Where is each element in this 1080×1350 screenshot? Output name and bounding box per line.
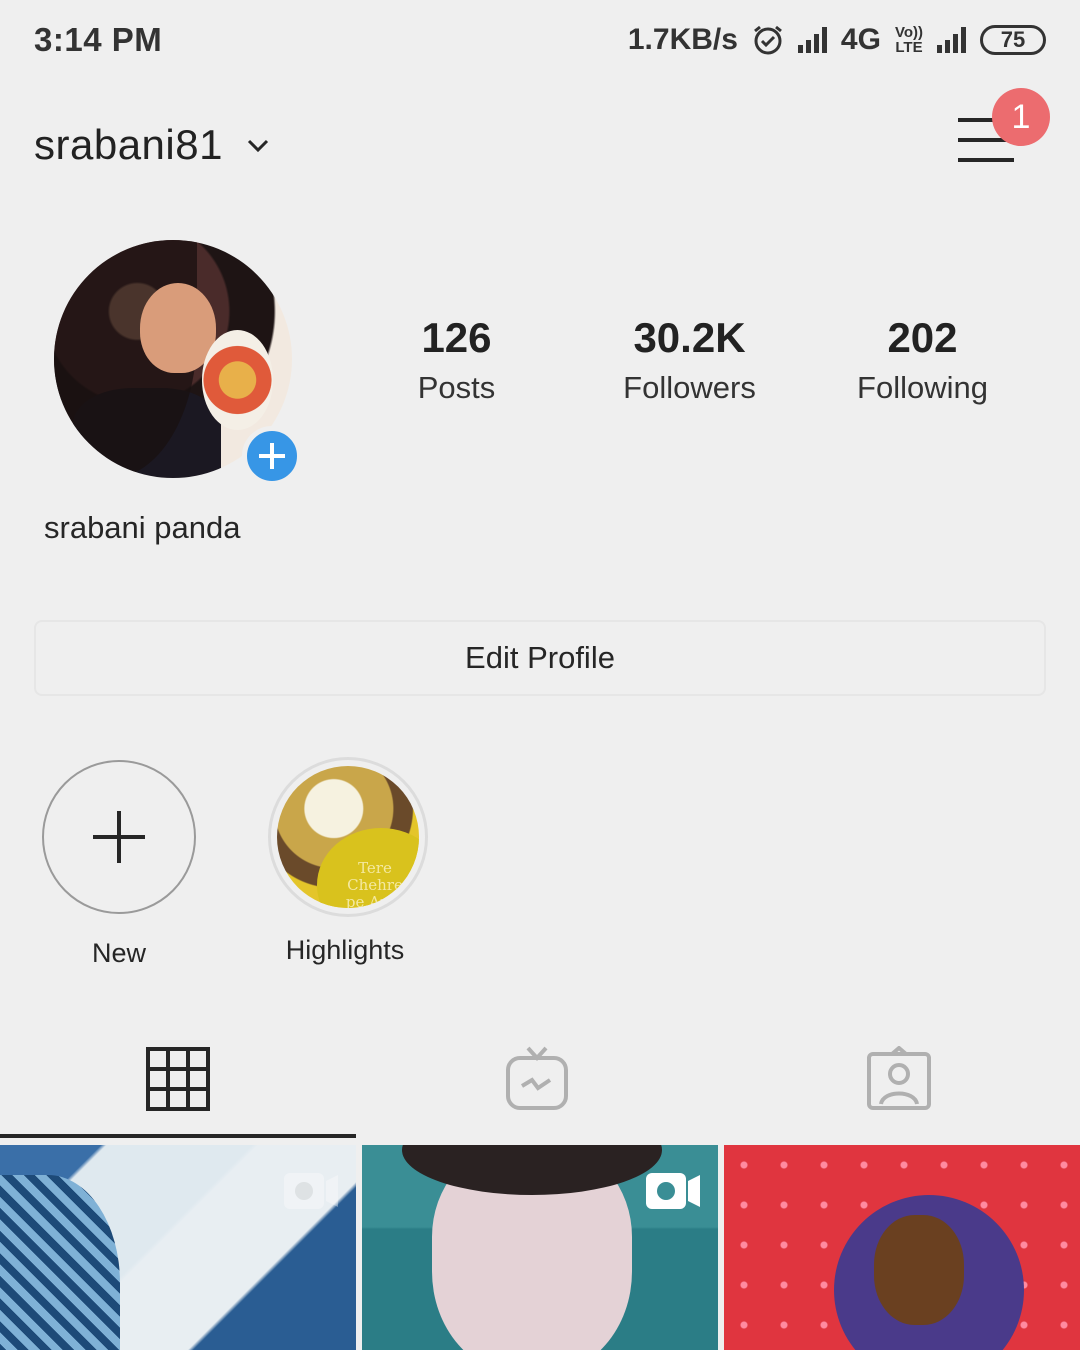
highlight-thumbnail: Tere Chehre pe Apni (277, 766, 419, 908)
net-speed: 1.7KB/s (627, 23, 738, 56)
grid-icon (146, 1047, 210, 1111)
username: srabani81 (34, 121, 223, 168)
alarm-icon (753, 25, 782, 55)
highlight-item[interactable]: Tere Chehre pe Apni Highlights (268, 757, 428, 966)
highlight-label: Highlights (285, 935, 405, 965)
status-bar: 3:14 PM 1.7KB/s 4G Vo)) LTE 75 (0, 0, 1080, 80)
igtv-icon (506, 1046, 568, 1110)
profile-header: srabani81 1 (0, 88, 1080, 190)
battery-icon: 75 (980, 25, 1046, 55)
post-thumbnail[interactable] (362, 1145, 718, 1350)
stat-value: 30.2K (633, 314, 746, 361)
new-highlight-circle (42, 760, 196, 914)
full-name: srabani panda (44, 510, 241, 545)
chevron-down-icon (247, 139, 269, 153)
tab-grid[interactable] (0, 1020, 356, 1138)
add-story-button[interactable] (242, 426, 302, 486)
stat-label: Followers (623, 370, 756, 405)
signal-icon (797, 27, 827, 53)
video-icon (284, 1173, 338, 1209)
tagged-icon (867, 1046, 931, 1110)
tab-tagged[interactable] (718, 1020, 1080, 1138)
stat-value: 126 (421, 314, 492, 361)
highlight-thumb-text: Tere Chehre pe Apni (345, 858, 405, 908)
highlight-label: New (91, 938, 146, 968)
stat-value: 202 (887, 314, 958, 361)
stat-label: Posts (417, 370, 496, 405)
highlight-thumbnail-ring: Tere Chehre pe Apni (268, 757, 428, 917)
menu-button[interactable]: 1 (956, 88, 1050, 190)
status-time: 3:14 PM (34, 21, 163, 58)
volte-icon: Vo)) LTE (894, 24, 923, 56)
post-grid (0, 1145, 1080, 1350)
signal-icon-2 (937, 27, 966, 53)
profile-avatar[interactable] (54, 240, 304, 490)
stat-posts[interactable]: 126 Posts (340, 312, 573, 412)
edit-profile-button[interactable]: Edit Profile (34, 620, 1046, 696)
post-thumbnail[interactable] (0, 1145, 356, 1350)
profile-tabs (0, 1020, 1080, 1138)
profile-stats: 126 Posts 30.2K Followers 202 Following (340, 312, 1040, 412)
tab-igtv[interactable] (356, 1020, 718, 1138)
plus-icon (93, 811, 145, 863)
stat-following[interactable]: 202 Following (806, 312, 1039, 412)
post-thumbnail[interactable] (724, 1145, 1080, 1350)
account-switcher[interactable]: srabani81 (34, 121, 271, 169)
notification-badge: 1 (992, 88, 1050, 146)
video-icon (646, 1173, 700, 1209)
network-type: 4G (840, 23, 881, 56)
plus-icon (259, 443, 285, 469)
highlight-new[interactable]: New (42, 760, 196, 969)
stat-label: Following (857, 370, 988, 405)
status-icons: 1.7KB/s 4G Vo)) LTE 75 (628, 23, 1046, 57)
stat-followers[interactable]: 30.2K Followers (573, 312, 806, 412)
